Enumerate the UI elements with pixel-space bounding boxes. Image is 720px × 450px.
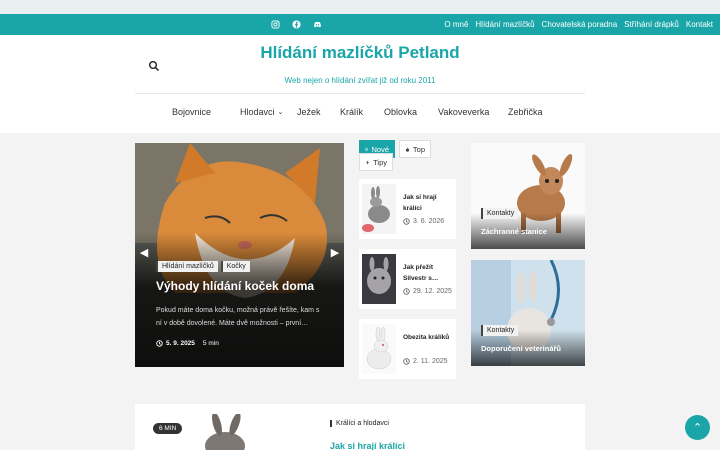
flame-icon — [405, 146, 409, 152]
social-icons — [270, 14, 323, 35]
bottom-post-rabbit-image — [205, 414, 245, 450]
side-card-tag[interactable]: Kontakty — [481, 208, 519, 219]
post-thumbnail — [362, 184, 396, 234]
read-time-badge: 6 MIN — [153, 423, 183, 434]
clock-icon — [156, 340, 163, 347]
post-thumbnail — [362, 254, 396, 304]
discord-icon[interactable] — [312, 19, 323, 30]
nav-item-oblovka[interactable]: Oblovka — [384, 107, 438, 117]
nav-item-hlodavci[interactable]: Hlodavci ⌄ — [240, 107, 297, 117]
clock-icon — [365, 147, 369, 151]
post-title[interactable]: Jak si hrají králíci — [403, 192, 453, 214]
bottom-post-title[interactable]: Jak si hrají králíci — [330, 441, 405, 450]
side-card-tag[interactable]: Kontakty — [481, 325, 519, 336]
clock-icon — [403, 358, 410, 365]
nav-item-vakoveverka[interactable]: Vakoveverka — [438, 107, 508, 117]
slider-prev-arrow-icon[interactable]: ◀ — [139, 246, 149, 260]
slider-next-arrow-icon[interactable]: ▶ — [330, 246, 340, 260]
header-divider — [135, 93, 585, 94]
featured-tags: Hlídání mazlíčků Kočky — [156, 261, 250, 272]
top-link-kontakt[interactable]: Kontakt — [686, 20, 713, 29]
side-card-title[interactable]: Doporučení veterinářů — [481, 344, 561, 353]
nav-item-hlodavci-label: Hlodavci — [240, 107, 275, 117]
post-date-text: 2. 11. 2025 — [413, 358, 448, 365]
side-card-title[interactable]: Záchranné stanice — [481, 227, 547, 236]
top-link-hlidani[interactable]: Hlídání mazlíčků — [475, 20, 534, 29]
clock-icon — [403, 218, 410, 225]
top-nav: O mně Hlídání mazlíčků Chovatelská porad… — [444, 14, 713, 35]
clock-icon — [403, 288, 410, 295]
top-link-poradna[interactable]: Chovatelská poradna — [542, 20, 618, 29]
bottom-post-card[interactable]: 6 MIN Králíci a hlodavci Jak si hrají kr… — [135, 404, 585, 450]
post-title[interactable]: Jak přežít Silvestr s… — [403, 262, 453, 284]
featured-read-time: 5 min — [202, 340, 219, 347]
featured-tag-kocky[interactable]: Kočky — [220, 261, 250, 272]
featured-title[interactable]: Výhody hlídání koček doma — [156, 279, 314, 293]
featured-slider[interactable]: ◀ ▶ Hlídání mazlíčků Kočky Výhody hlídán… — [135, 143, 344, 367]
tab-tipy[interactable]: Tipy — [359, 153, 393, 171]
bottom-post-category[interactable]: Králíci a hlodavci — [330, 420, 389, 427]
post-card[interactable]: Jak si hrají králíci 3. 6. 2026 — [359, 179, 456, 239]
side-card[interactable]: Kontakty Záchranné stanice — [471, 143, 585, 249]
featured-date: 5. 9. 2025 — [156, 340, 195, 347]
post-title[interactable]: Obezita králíků — [403, 332, 453, 343]
chevron-up-icon: ⌃ — [692, 422, 703, 434]
post-date: 2. 11. 2025 — [403, 358, 448, 365]
nav-item-kralik[interactable]: Králík — [340, 107, 384, 117]
tab-top-label: Top — [412, 144, 425, 154]
featured-meta: 5. 9. 2025 5 min — [156, 340, 219, 347]
facebook-icon[interactable] — [291, 19, 302, 30]
site-title[interactable]: Hlídání mazlíčků Petland — [0, 43, 720, 63]
featured-tag-hlidani[interactable]: Hlídání mazlíčků — [156, 261, 218, 272]
decorative-pattern-strip — [0, 0, 720, 14]
side-card[interactable]: Kontakty Doporučení veterinářů — [471, 260, 585, 366]
post-date-text: 29. 12. 2025 — [413, 288, 452, 295]
featured-date-text: 5. 9. 2025 — [166, 340, 195, 347]
lightning-icon — [366, 159, 369, 165]
nav-item-jezek[interactable]: Ježek — [297, 107, 340, 117]
nav-item-zebricka[interactable]: Zebřička — [508, 107, 548, 117]
instagram-icon[interactable] — [270, 19, 281, 30]
main-nav: Bojovnice Hlodavci ⌄ Ježek Králík Oblovka… — [172, 105, 548, 119]
tab-tipy-label: Tipy — [373, 157, 387, 167]
site-tagline: Web nejen o hlídání zvířat již od roku 2… — [284, 76, 436, 85]
post-date-text: 3. 6. 2026 — [413, 218, 445, 225]
chevron-down-icon: ⌄ — [277, 109, 284, 116]
site-header: Hlídání mazlíčků Petland Web nejen o hlí… — [0, 35, 720, 133]
post-card[interactable]: Jak přežít Silvestr s… 29. 12. 2025 — [359, 249, 456, 309]
post-card[interactable]: Obezita králíků 2. 11. 2025 — [359, 319, 456, 379]
post-thumbnail — [362, 324, 396, 374]
top-bar: O mně Hlídání mazlíčků Chovatelská porad… — [0, 14, 720, 35]
featured-excerpt: Pokud máte doma kočku, možná právě řešít… — [156, 307, 320, 327]
nav-item-bojovnice[interactable]: Bojovnice — [172, 107, 240, 117]
post-date: 3. 6. 2026 — [403, 218, 444, 225]
post-date: 29. 12. 2025 — [403, 288, 452, 295]
scroll-to-top-button[interactable]: ⌃ — [685, 415, 710, 440]
tab-top[interactable]: Top — [399, 140, 431, 158]
top-link-o-mne[interactable]: O mně — [444, 20, 468, 29]
top-link-strihani[interactable]: Stříhání drápků — [624, 20, 679, 29]
